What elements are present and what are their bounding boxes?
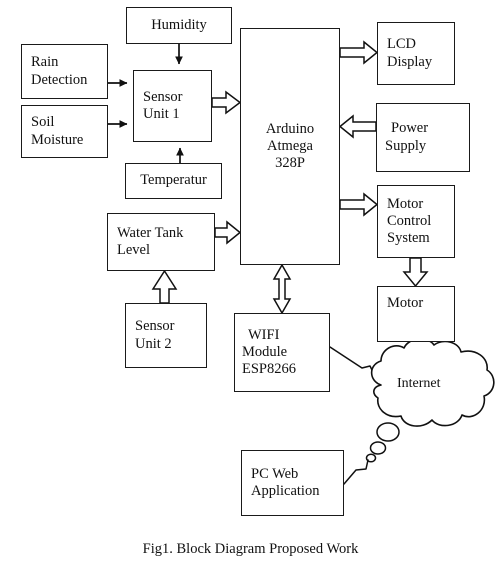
arrow-power-supply-to-arduino — [338, 114, 377, 139]
arrow-sensor-unit-2-to-water-tank-level — [151, 269, 178, 304]
node-water-tank-level[interactable]: Water Tank Level — [107, 213, 215, 271]
node-arduino-line-2: 328P — [275, 155, 305, 172]
node-motor-control-system-line-0: Motor — [387, 195, 424, 212]
node-power-supply-line-0: Power — [391, 120, 429, 137]
node-water-tank-level-line-1: Level — [117, 242, 151, 258]
node-soil-moisture-line-1: Moisture — [31, 131, 84, 148]
arrow-motor-control-system-to-motor — [402, 257, 429, 288]
node-pc-web-application[interactable]: PC Web Application — [241, 450, 344, 516]
node-rain-detection[interactable]: Rain Detection — [21, 44, 108, 99]
connector-wifi-module-to-internet — [329, 346, 377, 379]
arrow-arduino-to-motor-control-system — [339, 192, 379, 217]
arrow-water-tank-level-to-arduino — [214, 220, 242, 245]
cloud-bubble-tail — [365, 422, 400, 463]
node-water-tank-level-line-0: Water Tank — [117, 224, 184, 241]
arrow-sensor-unit-1-to-arduino — [211, 90, 242, 115]
node-pc-web-application-line-1: Application — [251, 483, 320, 499]
node-humidity-line-0: Humidity — [151, 16, 207, 33]
node-motor[interactable]: Motor — [377, 286, 455, 342]
node-temperatur-line-0: Temperatur — [140, 172, 207, 189]
node-motor-control-system-line-2: System — [387, 230, 430, 247]
node-motor-line-0: Motor — [387, 295, 424, 311]
node-sensor-unit-2-line-0: Sensor — [135, 318, 175, 335]
arrow-arduino-to-wifi-module-bidirectional — [272, 263, 292, 315]
node-arduino-atmega-328p[interactable]: Arduino Atmega 328P — [240, 28, 340, 265]
node-pc-web-application-line-0: PC Web — [251, 465, 299, 482]
node-soil-moisture[interactable]: Soil Moisture — [21, 105, 108, 158]
node-wifi-module-esp8266[interactable]: WIFI Module ESP8266 — [234, 313, 330, 392]
node-lcd-display-line-0: LCD — [387, 36, 416, 53]
node-sensor-unit-1-line-0: Sensor — [143, 88, 183, 105]
node-arduino-line-1: Atmega — [267, 137, 313, 154]
node-sensor-unit-1-line-1: Unit 1 — [143, 106, 180, 122]
node-lcd-display-line-1: Display — [387, 53, 433, 70]
node-lcd-display[interactable]: LCD Display — [377, 22, 455, 85]
node-wifi-module-line-0: WIFI — [248, 326, 280, 343]
node-motor-control-system-line-1: Control — [387, 212, 432, 229]
node-wifi-module-line-1: Module — [242, 343, 288, 360]
node-power-supply[interactable]: Power Supply — [376, 103, 470, 172]
node-sensor-unit-2-line-1: Unit 2 — [135, 335, 172, 352]
node-internet-label[interactable]: Internet — [397, 376, 441, 392]
node-motor-control-system[interactable]: Motor Control System — [377, 185, 455, 258]
node-power-supply-line-1: Supply — [385, 137, 427, 154]
figure-caption: Fig1. Block Diagram Proposed Work — [142, 541, 359, 557]
node-arduino-line-0: Arduino — [265, 120, 315, 137]
node-sensor-unit-2[interactable]: Sensor Unit 2 — [125, 303, 207, 368]
connector-pc-web-application-to-internet — [343, 459, 369, 485]
node-temperatur[interactable]: Temperatur — [125, 163, 222, 199]
node-sensor-unit-1[interactable]: Sensor Unit 1 — [133, 70, 212, 142]
node-rain-detection-line-1: Detection — [31, 71, 88, 88]
arrow-arduino-to-lcd-display — [339, 40, 379, 65]
node-humidity[interactable]: Humidity — [126, 7, 232, 44]
node-rain-detection-line-0: Rain — [31, 54, 59, 71]
node-wifi-module-line-2: ESP8266 — [242, 361, 296, 378]
block-diagram-figure: Humidity Rain Detection Soil Moisture Se… — [0, 0, 501, 567]
node-soil-moisture-line-0: Soil — [31, 114, 55, 131]
